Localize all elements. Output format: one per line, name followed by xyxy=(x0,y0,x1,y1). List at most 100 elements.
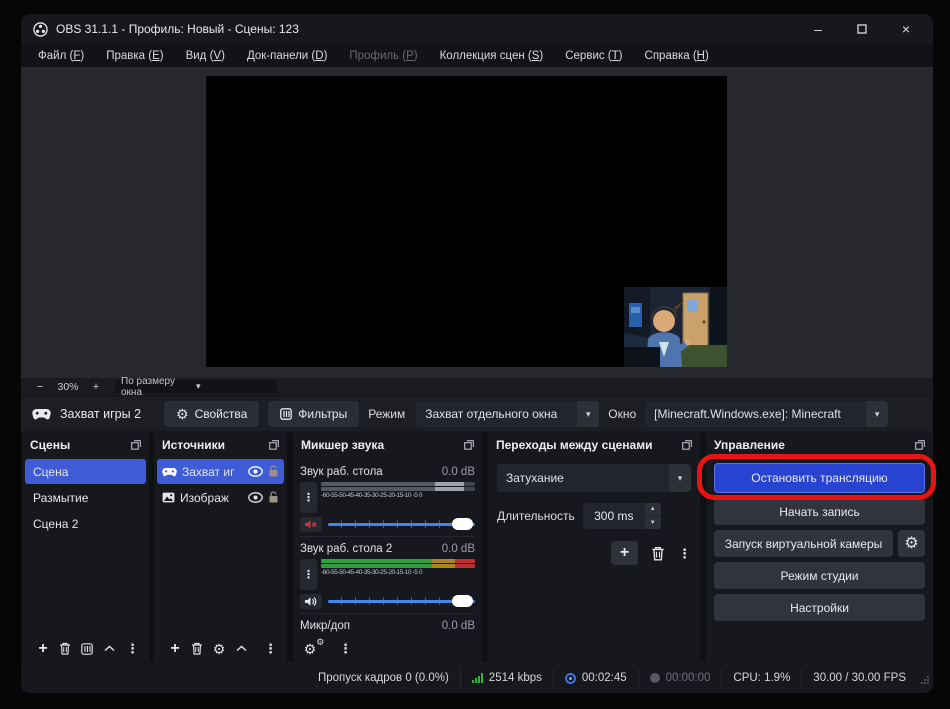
remove-source-button[interactable] xyxy=(186,642,208,655)
menu-help[interactable]: Справка (H) xyxy=(634,50,720,62)
chevron-down-icon: ▾ xyxy=(196,381,201,391)
preview-zoom-bar: − 30% + По размеру окна ▾ xyxy=(21,376,933,398)
source-item[interactable]: Изображ xyxy=(157,485,284,510)
menu-file[interactable]: Файл (F) xyxy=(27,50,95,62)
menu-edit[interactable]: Правка (E) xyxy=(95,50,174,62)
popout-dock-icon[interactable] xyxy=(269,439,279,450)
speaker-button[interactable] xyxy=(300,593,322,609)
dock-area: Сцены Сцена Размытие Сцена 2 + ⋮ Источни… xyxy=(21,433,933,662)
menu-profile[interactable]: Профиль (P) xyxy=(338,50,428,62)
scenes-title: Сцены xyxy=(30,437,71,452)
mixer-menu-button[interactable]: ⋮ xyxy=(339,642,352,655)
sources-panel: Источники Захват иг Изображ + ⚙ ⋮ xyxy=(154,433,287,662)
popout-dock-icon[interactable] xyxy=(682,439,692,450)
chevron-down-icon: ▾ xyxy=(577,401,600,427)
remove-transition-button[interactable] xyxy=(651,546,665,561)
fit-mode-value: По размеру окна xyxy=(121,375,176,398)
source-toolbar: Захват игры 2 ⚙ Свойства Фильтры Режим З… xyxy=(21,397,933,431)
menu-tools[interactable]: Сервис (T) xyxy=(554,50,633,62)
selected-source-name: Захват игры 2 xyxy=(60,407,142,421)
scene-item[interactable]: Сцена 2 xyxy=(25,511,146,536)
advanced-audio-button[interactable]: ⚙ ⚙ xyxy=(303,637,325,656)
move-scene-up-button[interactable] xyxy=(98,645,120,652)
menu-view[interactable]: Вид (V) xyxy=(175,50,236,62)
capture-mode-select[interactable]: Захват отдельного окна ▾ xyxy=(416,401,600,427)
visibility-eye-icon[interactable] xyxy=(248,492,263,503)
maximize-button[interactable] xyxy=(853,21,871,37)
sources-menu-button[interactable]: ⋮ xyxy=(264,642,277,655)
channel-menu-button[interactable]: ⋮ xyxy=(300,482,317,513)
menu-scene-collection[interactable]: Коллекция сцен (S) xyxy=(429,50,555,62)
popout-dock-icon[interactable] xyxy=(464,439,474,450)
status-bar: Пропуск кадров 0 (0.0%) 2514 kbps 00:02:… xyxy=(21,663,933,693)
capture-window-select[interactable]: [Minecraft.Windows.exe]: Minecraft ▾ xyxy=(645,401,889,427)
add-transition-button[interactable]: + xyxy=(611,541,638,565)
window-title: OBS 31.1.1 - Профиль: Новый - Сцены: 123 xyxy=(56,22,299,36)
popout-dock-icon[interactable] xyxy=(915,439,925,450)
volume-meter xyxy=(321,559,475,563)
popout-dock-icon[interactable] xyxy=(131,439,141,450)
remove-scene-button[interactable] xyxy=(54,642,76,655)
fit-mode-select[interactable]: По размеру окна ▾ xyxy=(115,376,277,398)
zoom-in-button[interactable]: + xyxy=(87,381,105,393)
meter-scale: -60-55-50-45-40-35-30-25-20-15-10 -5 0 xyxy=(321,492,423,499)
move-source-up-button[interactable] xyxy=(230,645,252,652)
duration-spinbox[interactable]: 300 ms ▲ ▼ xyxy=(582,503,661,529)
transitions-menu-button[interactable]: ⋮ xyxy=(678,547,691,560)
lock-open-icon[interactable] xyxy=(268,491,279,504)
channel-level: 0.0 dB xyxy=(441,619,475,632)
zoom-out-button[interactable]: − xyxy=(31,381,49,393)
transition-select[interactable]: Затухание ▾ xyxy=(497,464,691,492)
mixer-channel: Микр/доп 0.0 dB ⋮ xyxy=(300,613,475,635)
source-properties-button[interactable]: ⚙ xyxy=(208,642,230,656)
studio-mode-button[interactable]: Режим студии xyxy=(714,562,925,589)
scenes-panel: Сцены Сцена Размытие Сцена 2 + ⋮ xyxy=(22,433,149,662)
source-item[interactable]: Захват иг xyxy=(157,459,284,484)
properties-button[interactable]: ⚙ Свойства xyxy=(164,401,260,427)
zoom-level: 30% xyxy=(57,380,79,393)
add-source-button[interactable]: + xyxy=(164,640,186,657)
stream-time-status: 00:02:45 xyxy=(552,669,638,687)
preview-area xyxy=(21,67,933,378)
image-source-overlay[interactable] xyxy=(624,287,727,367)
scene-item[interactable]: Сцена xyxy=(25,459,146,484)
capture-mode-value: Захват отдельного окна xyxy=(425,407,558,421)
channel-name: Звук раб. стола xyxy=(300,465,383,478)
controls-title: Управление xyxy=(714,437,785,452)
transition-value: Затухание xyxy=(506,471,564,485)
mute-button[interactable] xyxy=(300,516,322,532)
channel-level: 0.0 dB xyxy=(441,465,475,478)
duration-up-button[interactable]: ▲ xyxy=(644,503,661,516)
signal-bars-icon xyxy=(471,673,483,683)
bitrate-status: 2514 kbps xyxy=(459,669,553,687)
scene-filters-button[interactable] xyxy=(76,642,98,655)
start-recording-button[interactable]: Начать запись xyxy=(714,498,925,525)
scenes-menu-button[interactable]: ⋮ xyxy=(126,642,139,655)
volume-slider[interactable] xyxy=(328,518,475,530)
mode-label: Режим xyxy=(368,407,406,421)
volume-slider[interactable] xyxy=(328,595,475,607)
channel-menu-button[interactable]: ⋮ xyxy=(300,559,317,590)
virtual-camera-settings-button[interactable]: ⚙ xyxy=(898,530,925,557)
duration-down-button[interactable]: ▼ xyxy=(644,516,661,529)
scene-item[interactable]: Размытие xyxy=(25,485,146,510)
resize-grip[interactable] xyxy=(921,671,929,689)
visibility-eye-icon[interactable] xyxy=(248,466,263,477)
lock-open-icon[interactable] xyxy=(268,465,279,478)
filter-icon xyxy=(280,408,293,420)
start-virtual-camera-button[interactable]: Запуск виртуальной камеры xyxy=(714,530,893,557)
add-scene-button[interactable]: + xyxy=(32,640,54,657)
settings-button[interactable]: Настройки xyxy=(714,594,925,621)
volume-meter xyxy=(321,487,475,491)
title-bar: OBS 31.1.1 - Профиль: Новый - Сцены: 123… xyxy=(21,14,933,44)
slider-handle[interactable] xyxy=(452,595,473,607)
filters-button[interactable]: Фильтры xyxy=(268,401,360,427)
chevron-down-icon: ▾ xyxy=(669,464,691,492)
close-button[interactable]: × xyxy=(897,21,915,37)
fps-status: 30.00 / 30.00 FPS xyxy=(801,669,917,687)
menu-docks[interactable]: Док-панели (D) xyxy=(236,50,338,62)
recording-indicator-icon xyxy=(649,673,660,683)
stop-streaming-button[interactable]: Остановить трансляцию xyxy=(714,463,925,493)
slider-handle[interactable] xyxy=(452,518,473,530)
minimize-button[interactable]: – xyxy=(809,21,827,37)
